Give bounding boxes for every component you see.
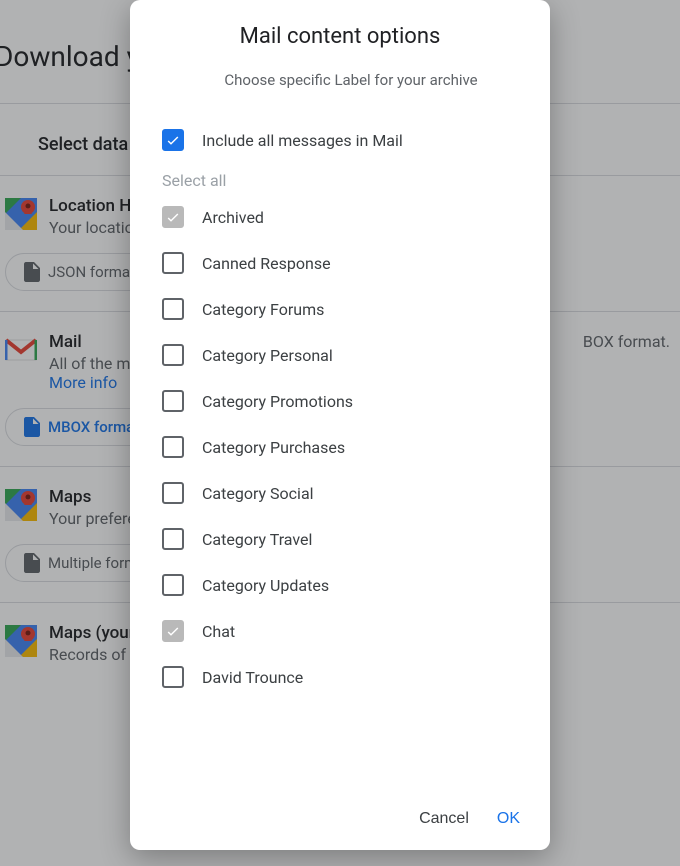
- label-checkbox[interactable]: [162, 528, 184, 550]
- label-checkbox[interactable]: [162, 344, 184, 366]
- label-text: Category Promotions: [202, 392, 353, 411]
- label-text: Category Social: [202, 484, 314, 503]
- dialog-actions: Cancel OK: [130, 792, 550, 850]
- label-row[interactable]: Archived: [162, 194, 540, 240]
- include-all-checkbox[interactable]: [162, 129, 184, 151]
- cancel-button[interactable]: Cancel: [419, 810, 469, 828]
- label-checkbox[interactable]: [162, 436, 184, 458]
- label-checkbox[interactable]: [162, 390, 184, 412]
- label-row[interactable]: Canned Response: [162, 240, 540, 286]
- label-text: Canned Response: [202, 254, 331, 273]
- include-all-label: Include all messages in Mail: [202, 131, 403, 150]
- label-checkbox[interactable]: [162, 666, 184, 688]
- label-row[interactable]: Category Social: [162, 470, 540, 516]
- dialog-title: Mail content options: [130, 0, 550, 67]
- label-row[interactable]: Category Promotions: [162, 378, 540, 424]
- label-row[interactable]: Category Personal: [162, 332, 540, 378]
- include-all-row[interactable]: Include all messages in Mail: [162, 117, 540, 163]
- label-row[interactable]: David Trounce: [162, 654, 540, 700]
- label-text: David Trounce: [202, 668, 303, 687]
- label-checkbox[interactable]: [162, 620, 184, 642]
- checkmark-icon: [165, 209, 181, 225]
- label-checkbox[interactable]: [162, 574, 184, 596]
- label-checkbox[interactable]: [162, 206, 184, 228]
- mail-content-options-dialog: Mail content options Choose specific Lab…: [130, 0, 550, 850]
- label-row[interactable]: Category Purchases: [162, 424, 540, 470]
- label-text: Category Personal: [202, 346, 333, 365]
- label-text: Category Travel: [202, 530, 312, 549]
- label-row[interactable]: Category Forums: [162, 286, 540, 332]
- dialog-subtitle: Choose specific Label for your archive: [162, 67, 540, 93]
- label-checkbox[interactable]: [162, 298, 184, 320]
- label-row[interactable]: Chat: [162, 608, 540, 654]
- label-checkbox[interactable]: [162, 252, 184, 274]
- select-all-label[interactable]: Select all: [162, 163, 540, 194]
- dialog-body[interactable]: Choose specific Label for your archive I…: [130, 67, 550, 792]
- ok-button[interactable]: OK: [497, 810, 520, 828]
- label-text: Chat: [202, 622, 235, 641]
- label-checkbox[interactable]: [162, 482, 184, 504]
- label-text: Category Forums: [202, 300, 324, 319]
- label-text: Category Purchases: [202, 438, 345, 457]
- checkmark-icon: [165, 132, 181, 148]
- label-text: Category Updates: [202, 576, 329, 595]
- label-row[interactable]: Category Travel: [162, 516, 540, 562]
- label-text: Archived: [202, 208, 264, 227]
- checkmark-icon: [165, 623, 181, 639]
- label-row[interactable]: Category Updates: [162, 562, 540, 608]
